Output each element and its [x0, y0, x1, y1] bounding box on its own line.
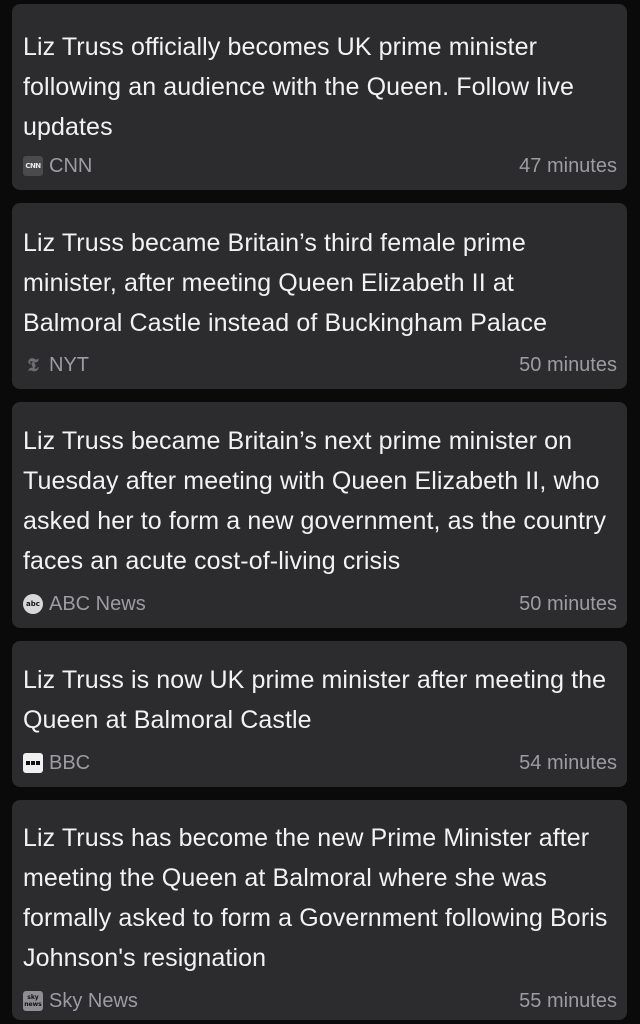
news-source: abc ABC News	[23, 593, 146, 616]
news-time: 54 minutes	[519, 751, 617, 774]
news-time: 50 minutes	[519, 592, 617, 615]
news-source: sky news Sky News	[23, 990, 138, 1013]
news-time: 47 minutes	[519, 154, 617, 177]
news-source: 𝕿 NYT	[23, 354, 89, 377]
news-meta: 𝕿 NYT 50 minutes	[23, 353, 617, 377]
source-name: CNN	[49, 154, 93, 177]
news-time: 55 minutes	[519, 989, 617, 1012]
news-headline[interactable]: Liz Truss has become the new Prime Minis…	[23, 818, 617, 978]
news-meta: sky news Sky News 55 minutes	[23, 989, 617, 1013]
cnn-logo-icon: CNN	[23, 156, 43, 176]
news-meta: BBC 54 minutes	[23, 751, 617, 775]
source-name: ABC News	[49, 592, 146, 615]
news-card[interactable]: Liz Truss became Britain’s next prime mi…	[12, 402, 627, 628]
source-name: NYT	[49, 353, 89, 376]
news-card[interactable]: Liz Truss became Britain’s third female …	[12, 203, 627, 389]
news-meta: abc ABC News 50 minutes	[23, 592, 617, 616]
news-meta: CNN CNN 47 minutes	[23, 154, 617, 178]
news-time: 50 minutes	[519, 353, 617, 376]
news-headline[interactable]: Liz Truss officially becomes UK prime mi…	[23, 27, 617, 147]
news-headline[interactable]: Liz Truss is now UK prime minister after…	[23, 660, 617, 740]
news-card[interactable]: Liz Truss has become the new Prime Minis…	[12, 800, 627, 1020]
news-card[interactable]: Liz Truss is now UK prime minister after…	[12, 641, 627, 787]
source-name: BBC	[49, 751, 91, 774]
news-headline[interactable]: Liz Truss became Britain’s next prime mi…	[23, 421, 617, 581]
news-source: BBC	[23, 752, 90, 775]
source-name: Sky News	[49, 989, 138, 1012]
news-source: CNN CNN	[23, 155, 92, 178]
nyt-logo-icon: 𝕿	[27, 354, 39, 376]
bbc-logo-icon	[23, 753, 43, 773]
abc-news-logo-icon: abc	[23, 594, 43, 614]
news-headline[interactable]: Liz Truss became Britain’s third female …	[23, 223, 617, 343]
news-card[interactable]: Liz Truss officially becomes UK prime mi…	[12, 4, 627, 190]
sky-news-logo-icon: sky news	[23, 991, 43, 1011]
